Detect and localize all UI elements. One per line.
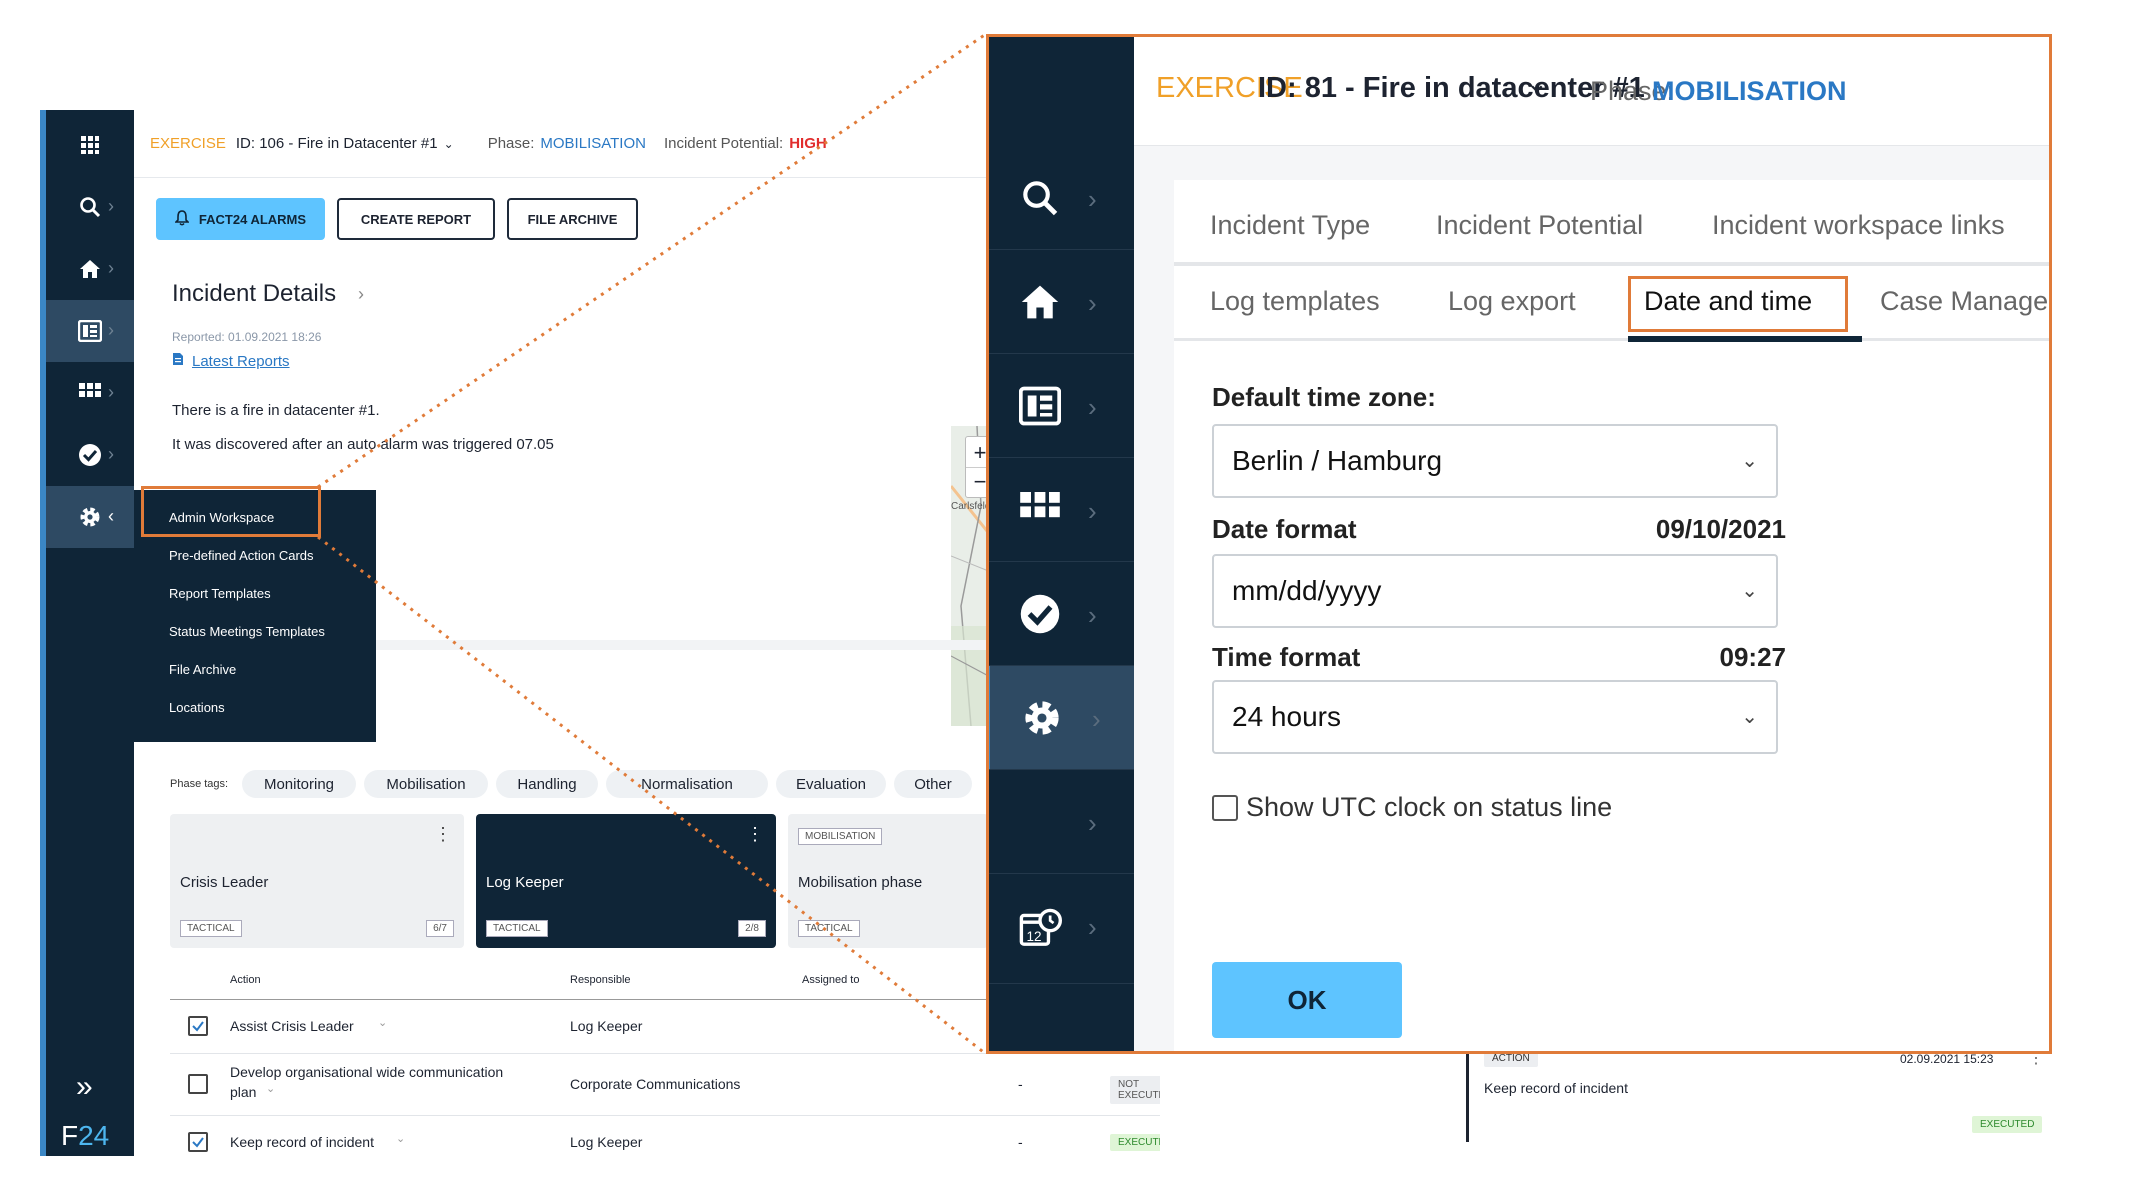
zoom-frame (986, 34, 2052, 1054)
